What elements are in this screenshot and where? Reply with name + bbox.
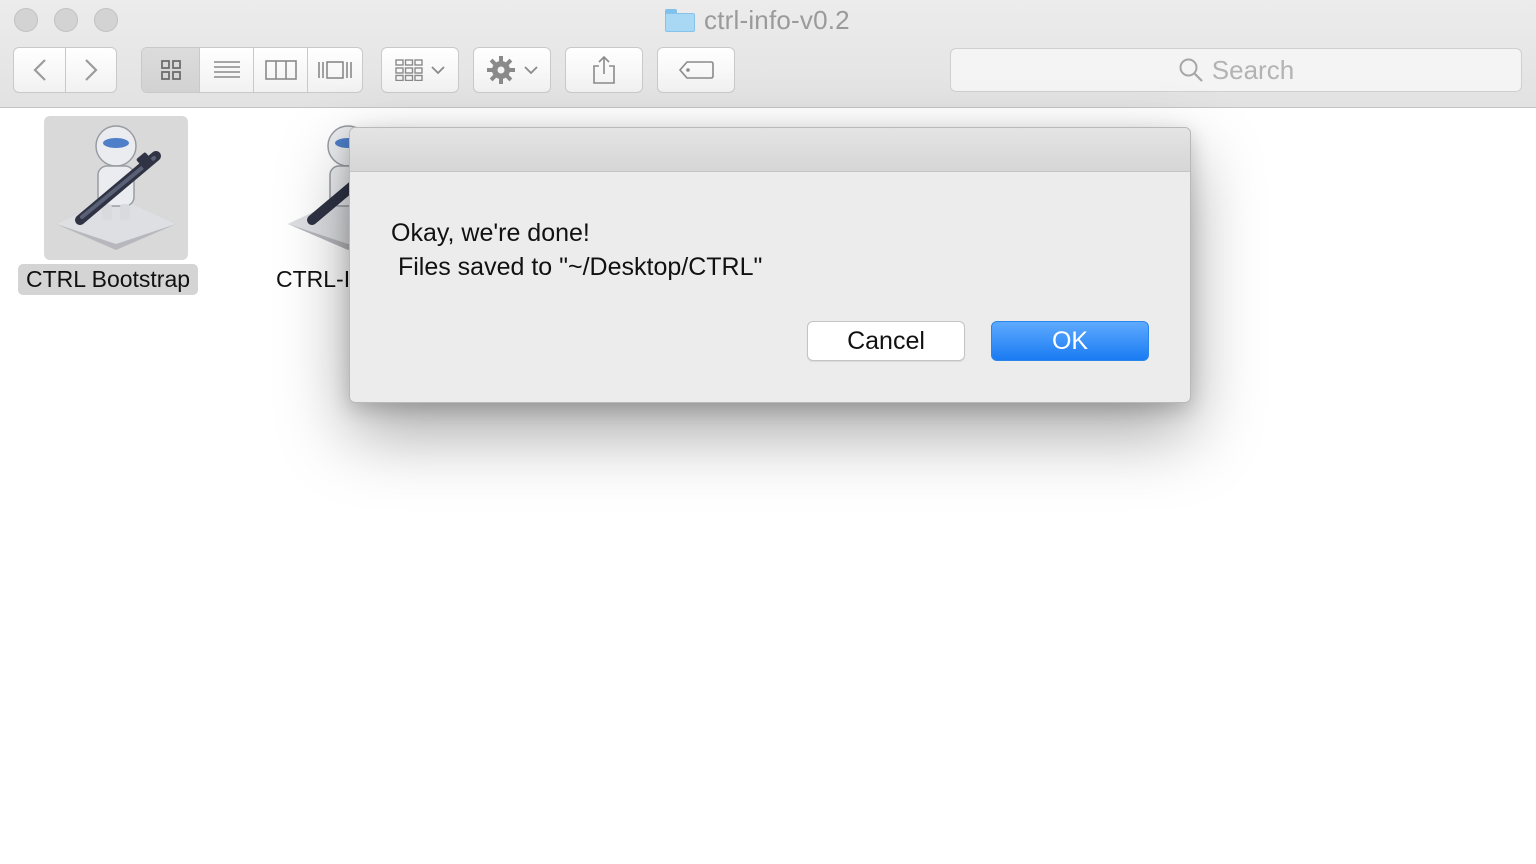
window-title-text: ctrl-info-v0.2	[704, 4, 850, 35]
dialog-message: Okay, we're done! Files saved to "~/Desk…	[391, 219, 763, 281]
chevron-left-icon	[32, 59, 46, 81]
file-name-label: CTRL-I	[276, 266, 351, 292]
folder-icon	[664, 8, 696, 32]
tags-button[interactable]	[657, 47, 735, 93]
list-view-button[interactable]	[200, 48, 254, 92]
forward-button[interactable]	[66, 48, 116, 92]
chevron-down-icon	[524, 66, 538, 75]
minimize-window-button[interactable]	[54, 8, 78, 32]
cancel-button[interactable]: Cancel	[807, 321, 965, 361]
column-view-icon	[264, 60, 297, 80]
dialog-title-bar	[350, 128, 1190, 172]
finder-toolbar: ctrl-info-v0.2 Search	[0, 0, 1536, 108]
automator-app-icon	[44, 116, 188, 260]
cover-flow-view-button[interactable]	[308, 48, 362, 92]
chevron-down-icon	[431, 66, 445, 75]
gear-icon	[487, 56, 515, 84]
column-view-button[interactable]	[254, 48, 308, 92]
share-icon	[593, 55, 615, 84]
cover-flow-icon	[318, 61, 352, 79]
icon-view-button[interactable]	[142, 48, 200, 92]
arrange-button[interactable]	[381, 47, 459, 93]
arrange-icon	[395, 59, 423, 81]
share-button[interactable]	[565, 47, 643, 93]
search-placeholder: Search	[1211, 54, 1295, 85]
nav-buttons	[13, 47, 117, 93]
search-icon	[1179, 58, 1203, 82]
icon-view-icon	[160, 60, 181, 80]
chevron-right-icon	[85, 59, 98, 81]
ok-button[interactable]: OK	[991, 321, 1149, 361]
file-name-label: CTRL Bootstrap	[18, 264, 199, 295]
window-title: ctrl-info-v0.2	[664, 4, 850, 36]
search-field[interactable]: Search	[950, 48, 1522, 92]
tag-icon	[678, 61, 714, 79]
action-button[interactable]	[473, 47, 551, 93]
zoom-window-button[interactable]	[94, 8, 118, 32]
alert-dialog: Okay, we're done! Files saved to "~/Desk…	[349, 127, 1191, 403]
back-button[interactable]	[14, 48, 66, 92]
close-window-button[interactable]	[14, 8, 38, 32]
view-mode-control	[141, 47, 363, 93]
list-view-icon	[213, 61, 240, 78]
